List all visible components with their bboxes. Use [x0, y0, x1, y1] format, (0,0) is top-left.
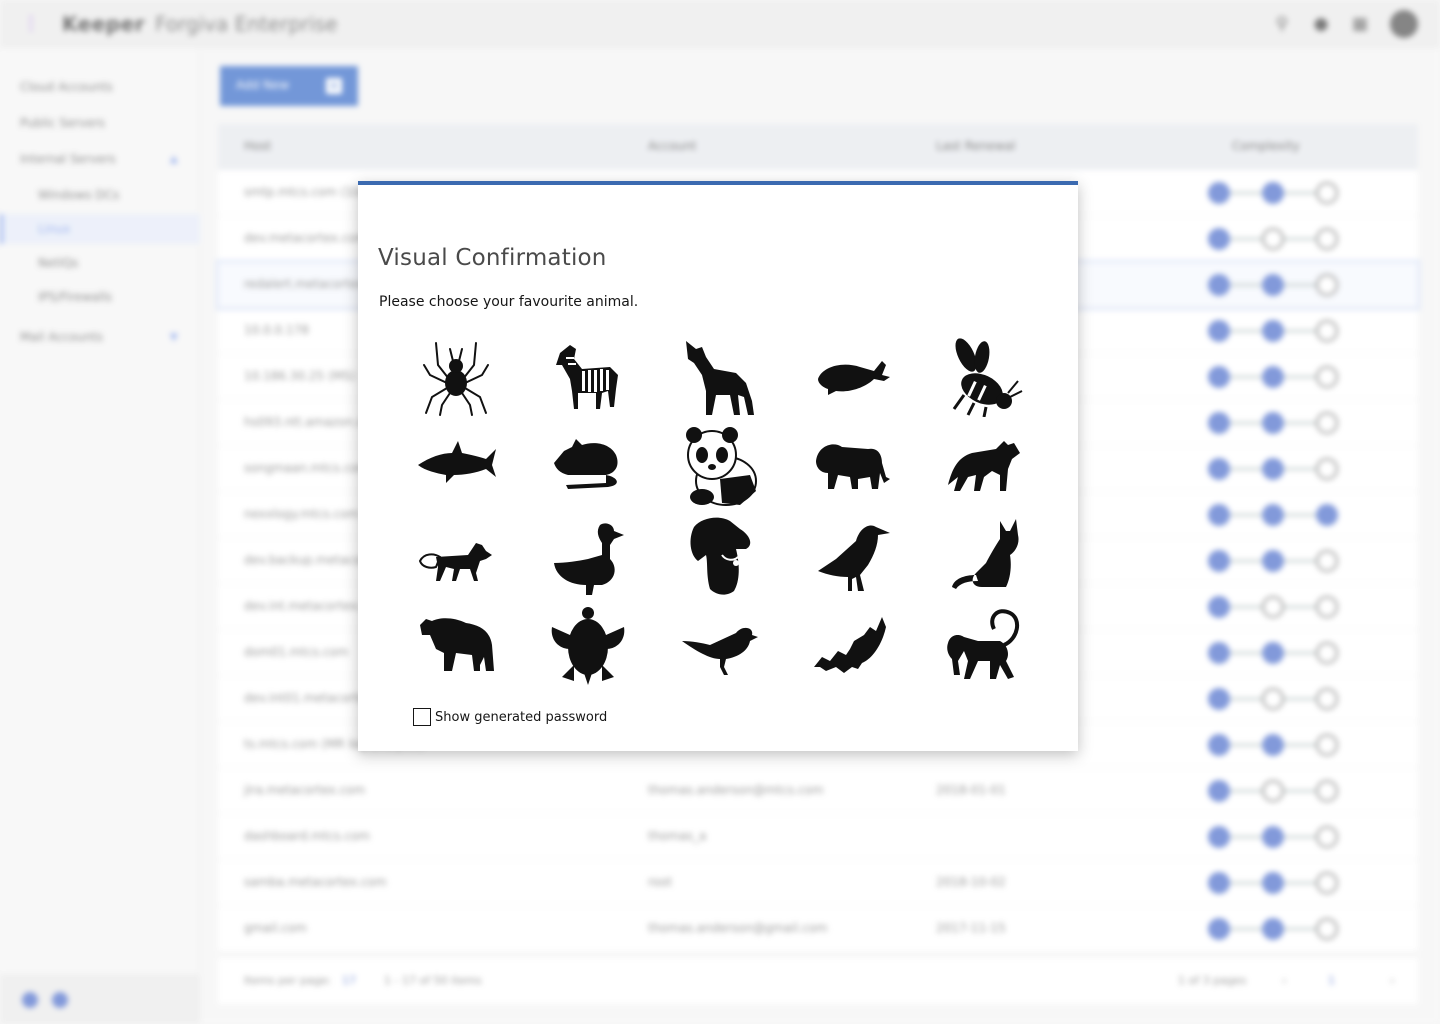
visual-confirmation-modal: Visual Confirmation Please choose your f…: [358, 181, 1078, 751]
whale-icon[interactable]: [812, 335, 892, 417]
crow-icon[interactable]: [812, 515, 892, 597]
turtle-icon[interactable]: [548, 605, 628, 687]
bat-icon[interactable]: [812, 605, 892, 687]
fox-icon[interactable]: [416, 515, 496, 597]
hyena-icon[interactable]: [944, 425, 1024, 507]
shark-icon[interactable]: [416, 425, 496, 507]
bee-icon[interactable]: [944, 335, 1024, 417]
show-password-checkbox[interactable]: [413, 708, 431, 726]
show-password-row: Show generated password: [413, 708, 607, 726]
modal-title: Visual Confirmation: [378, 245, 607, 271]
mouse-icon[interactable]: [548, 425, 628, 507]
spider-icon[interactable]: [416, 335, 496, 417]
wolf-icon[interactable]: [680, 335, 760, 417]
panda-icon[interactable]: [680, 425, 760, 507]
dog-icon[interactable]: [680, 515, 760, 597]
cat-icon[interactable]: [944, 515, 1024, 597]
show-password-label[interactable]: Show generated password: [435, 710, 607, 725]
modal-subtitle: Please choose your favourite animal.: [379, 294, 639, 310]
bird-icon[interactable]: [680, 605, 760, 687]
zebra-icon[interactable]: [548, 335, 628, 417]
animal-grid: [416, 335, 1028, 685]
bear-icon[interactable]: [416, 605, 496, 687]
monkey-icon[interactable]: [944, 605, 1024, 687]
duck-icon[interactable]: [548, 515, 628, 597]
lion-icon[interactable]: [812, 425, 892, 507]
